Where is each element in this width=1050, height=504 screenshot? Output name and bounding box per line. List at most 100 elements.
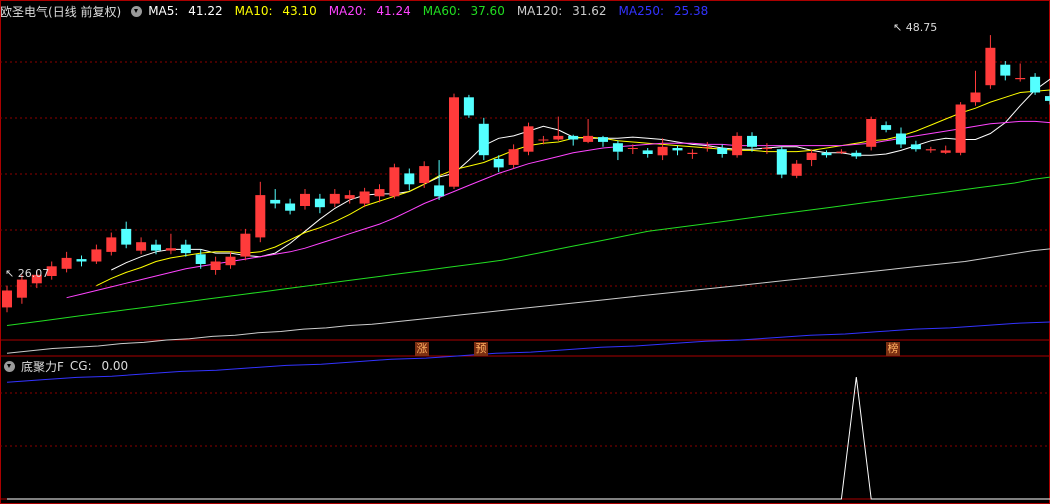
cg-readout: CG: 0.00 [69, 359, 129, 373]
ma-line-ma10 [96, 89, 1050, 287]
candle-body [940, 150, 951, 153]
candle-body [776, 149, 787, 175]
candle [434, 160, 445, 200]
candle [359, 187, 370, 208]
candle-body [791, 163, 802, 176]
candle-body [732, 135, 743, 156]
indicator-panel [7, 376, 1050, 500]
chevron-down-icon[interactable] [4, 360, 15, 372]
candle [702, 141, 713, 152]
signal-tag-yu[interactable]: 预 [474, 342, 488, 356]
candle [255, 181, 266, 243]
candle-body [165, 248, 176, 251]
moving-average-lines [6, 78, 1050, 383]
candle-body [270, 199, 281, 204]
candle-body [285, 203, 296, 211]
candle [583, 119, 594, 144]
candle [806, 149, 817, 167]
candle-body [717, 148, 728, 154]
ma-line-ma5 [111, 78, 1050, 271]
candle-body [300, 193, 310, 206]
candle [478, 117, 489, 161]
candle-body [106, 237, 117, 252]
candle-body [747, 135, 757, 147]
candle-body [434, 185, 445, 197]
candle-body [121, 228, 132, 245]
candle-body [687, 152, 698, 154]
candle-body [642, 150, 653, 154]
candle [776, 146, 787, 179]
candle-body [478, 123, 489, 156]
candle [955, 102, 966, 156]
candle-body [970, 92, 981, 103]
candle [180, 239, 191, 257]
candle-body [672, 148, 683, 151]
candle-body [881, 125, 892, 130]
candle-body [523, 126, 534, 152]
candle-body [627, 148, 638, 149]
candle-body [344, 195, 355, 199]
candle-body [1045, 96, 1050, 101]
candle-body [821, 152, 832, 156]
high-price-label: ↖ 48.75 [893, 21, 938, 34]
candle [732, 132, 743, 158]
signal-tag-zhang[interactable]: 涨 [415, 342, 429, 356]
candle [419, 161, 430, 188]
candle-body [702, 146, 713, 148]
candle-body [553, 135, 564, 140]
candle [761, 143, 772, 155]
candle-body [91, 249, 102, 262]
candle-body [955, 104, 966, 153]
ma-line-ma60 [6, 176, 1050, 326]
candle [449, 93, 459, 190]
candle-body [61, 257, 72, 269]
candle [314, 193, 325, 214]
candle [463, 94, 474, 118]
candle-body [508, 149, 519, 165]
candle-body [195, 254, 206, 264]
candle-body [76, 259, 87, 262]
candle-body [612, 143, 623, 152]
candle [896, 127, 906, 148]
low-price-arrow: ↖ [5, 267, 18, 280]
candle [523, 122, 534, 156]
candle-body [1015, 78, 1026, 80]
low-price-label: ↖ 26.07 [5, 267, 50, 280]
candle [642, 148, 653, 158]
candle-body [255, 195, 266, 238]
candle-body [866, 119, 877, 147]
candle [970, 70, 981, 106]
candle [61, 251, 72, 273]
candle [2, 285, 12, 313]
candle-body [568, 135, 579, 140]
indicator-legend: 底聚力F CG: 0.00 [0, 358, 140, 374]
candle-body [657, 146, 668, 156]
candle [1000, 61, 1011, 81]
candle [821, 150, 832, 158]
candle-body [463, 97, 474, 116]
candle-body [16, 279, 27, 298]
candle-body [329, 193, 340, 204]
candle-body [314, 198, 325, 208]
candle-body [1000, 64, 1011, 76]
signal-tag-bang[interactable]: 榜 [886, 342, 900, 356]
candle [910, 140, 921, 152]
candle [657, 138, 668, 161]
candle [866, 116, 877, 151]
candle-body [389, 167, 400, 197]
candle [165, 233, 176, 255]
candle [687, 149, 698, 159]
candle-body [851, 152, 862, 157]
candle-body [806, 152, 817, 160]
candle [508, 144, 519, 169]
candle [300, 189, 310, 210]
candle-body [449, 97, 459, 187]
candle [285, 198, 296, 215]
candle-body [240, 233, 251, 257]
candle [329, 189, 340, 208]
candle [985, 35, 996, 89]
candle-body [985, 47, 996, 86]
kline-chart[interactable] [0, 0, 1050, 504]
candle [717, 144, 728, 158]
candle-body [896, 133, 906, 145]
